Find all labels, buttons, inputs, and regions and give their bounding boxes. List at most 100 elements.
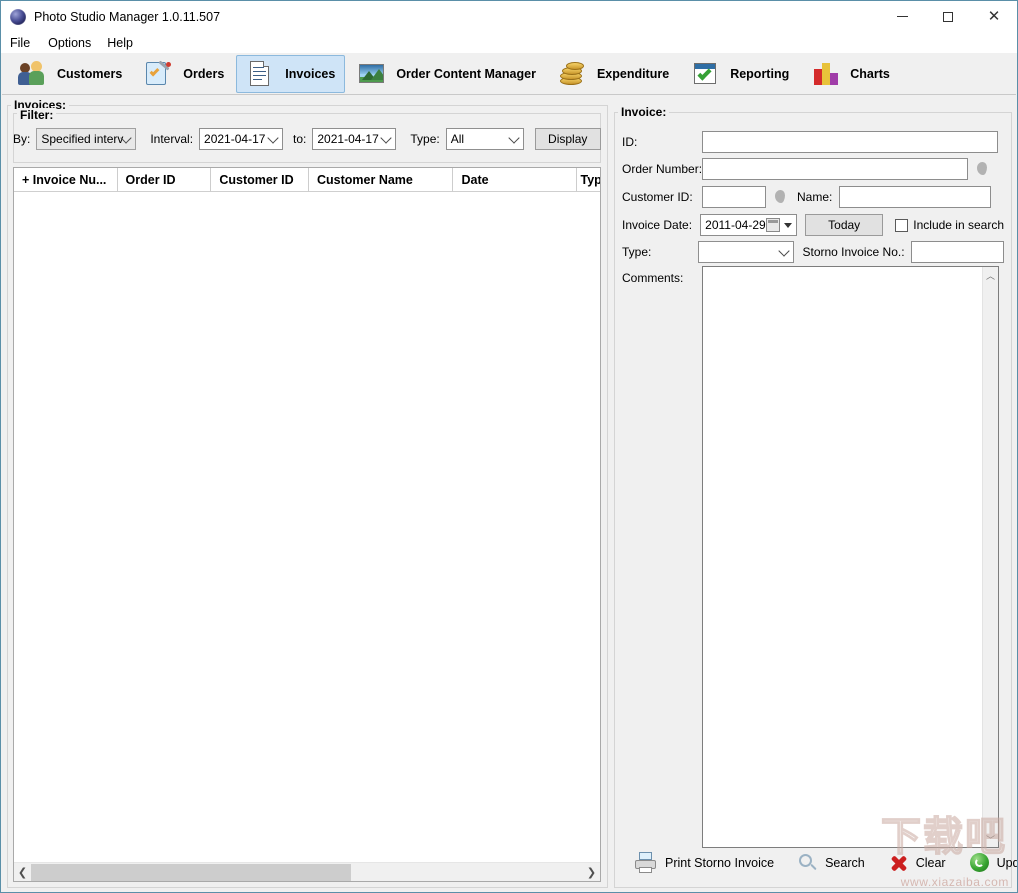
customer-id-row: Customer ID: Name: xyxy=(622,186,1004,208)
invoice-id-label: ID: xyxy=(622,135,702,149)
chevron-down-icon[interactable] xyxy=(784,223,792,228)
customer-lookup-icon[interactable] xyxy=(773,188,787,206)
invoice-actions: Print Storno Invoice Search Clear xyxy=(626,846,1000,880)
toolbar-item-reporting[interactable]: Reporting xyxy=(681,55,799,93)
include-in-search-checkbox[interactable] xyxy=(895,219,908,232)
menu-item-file[interactable]: File xyxy=(10,34,40,52)
filter-to-label: to: xyxy=(293,132,306,146)
filter-type-select[interactable]: All xyxy=(446,128,524,150)
scroll-down-arrow-icon[interactable]: ﹀ xyxy=(983,831,999,847)
toolbar-label-reporting: Reporting xyxy=(730,67,789,81)
green-refresh-icon xyxy=(970,853,990,873)
invoice-type-select[interactable] xyxy=(698,241,794,263)
toolbar-item-charts[interactable]: Charts xyxy=(801,55,900,93)
filter-interval-to-select[interactable]: 2021-04-17 xyxy=(312,128,396,150)
customers-icon xyxy=(18,59,48,89)
comments-textarea[interactable] xyxy=(703,267,982,847)
customer-name-input[interactable] xyxy=(839,186,991,208)
maximize-button[interactable] xyxy=(925,1,971,32)
invoices-icon xyxy=(246,59,276,89)
filter-type-label: Type: xyxy=(410,132,439,146)
calendar-check-icon xyxy=(691,59,721,89)
order-number-lookup-icon[interactable] xyxy=(975,160,989,178)
filter-group-title: Filter: xyxy=(17,108,56,122)
main-toolbar: Customers Orders Invoices Order Content … xyxy=(2,53,1016,95)
customer-id-input[interactable] xyxy=(702,186,766,208)
display-button[interactable]: Display xyxy=(535,128,601,150)
comments-label-row: Comments: xyxy=(622,271,683,285)
column-header-invoice-number[interactable]: + Invoice Nu... xyxy=(14,168,118,192)
filter-interval-from-select[interactable]: 2021-04-17 xyxy=(199,128,283,150)
title-bar: Photo Studio Manager 1.0.11.507 ✕ xyxy=(1,1,1017,32)
column-header-type[interactable]: Typ xyxy=(577,168,600,192)
print-storno-invoice-label: Print Storno Invoice xyxy=(665,856,774,870)
coins-icon xyxy=(558,59,588,89)
invoice-id-input[interactable] xyxy=(702,131,998,153)
print-storno-invoice-button[interactable]: Print Storno Invoice xyxy=(626,848,782,878)
scroll-left-arrow-icon[interactable]: ❮ xyxy=(14,864,31,881)
storno-invoice-label: Storno Invoice No.: xyxy=(802,245,904,259)
toolbar-item-invoices[interactable]: Invoices xyxy=(236,55,345,93)
filter-by-select[interactable]: Specified interv xyxy=(36,128,136,150)
column-header-customer-name[interactable]: Customer Name xyxy=(309,168,453,192)
invoice-date-row: Invoice Date: 2011-04-29 Today Include i… xyxy=(622,214,1004,236)
filter-interval-label: Interval: xyxy=(150,132,193,146)
horizontal-scroll-thumb[interactable] xyxy=(31,864,351,881)
storno-invoice-input[interactable] xyxy=(911,241,1004,263)
invoices-table: + Invoice Nu... Order ID Customer ID Cus… xyxy=(13,167,601,882)
chevron-down-icon xyxy=(779,245,790,256)
order-number-input[interactable] xyxy=(702,158,968,180)
minimize-button[interactable] xyxy=(879,1,925,32)
comments-vertical-scrollbar[interactable]: ︿ ﹀ xyxy=(982,267,998,847)
invoice-date-label: Invoice Date: xyxy=(622,218,700,232)
invoice-date-input[interactable]: 2011-04-29 xyxy=(700,214,797,236)
window-title: Photo Studio Manager 1.0.11.507 xyxy=(34,10,220,24)
invoices-table-body[interactable] xyxy=(14,192,600,852)
toolbar-label-charts: Charts xyxy=(850,67,890,81)
camera-lens-icon xyxy=(10,9,26,25)
filter-type-value: All xyxy=(451,132,464,146)
invoice-detail-panel: Invoice: ID: Order Number: Customer ID: … xyxy=(614,106,1012,888)
invoices-horizontal-scrollbar[interactable]: ❮ ❯ xyxy=(14,862,600,881)
invoice-type-row: Type: Storno Invoice No.: xyxy=(622,241,1004,263)
menu-item-options[interactable]: Options xyxy=(40,34,99,52)
red-x-icon xyxy=(889,853,909,873)
search-button[interactable]: Search xyxy=(790,848,873,878)
filter-interval-to-value: 2021-04-17 xyxy=(317,132,378,146)
magnifier-icon xyxy=(798,853,818,873)
customer-name-label: Name: xyxy=(797,190,832,204)
update-button[interactable]: Update xyxy=(962,848,1018,878)
close-button[interactable]: ✕ xyxy=(971,1,1017,32)
toolbar-label-order-content-manager: Order Content Manager xyxy=(396,67,536,81)
customer-id-label: Customer ID: xyxy=(622,190,702,204)
column-header-date[interactable]: Date xyxy=(453,168,576,192)
toolbar-label-customers: Customers xyxy=(57,67,122,81)
toolbar-item-customers[interactable]: Customers xyxy=(8,55,132,93)
toolbar-item-order-content-manager[interactable]: Order Content Manager xyxy=(347,55,546,93)
calendar-icon[interactable] xyxy=(766,218,780,232)
column-header-customer-id[interactable]: Customer ID xyxy=(211,168,309,192)
clear-button[interactable]: Clear xyxy=(881,848,954,878)
chevron-down-icon xyxy=(381,132,392,143)
filter-by-value: Specified interv xyxy=(41,132,123,146)
horizontal-scroll-track[interactable] xyxy=(31,864,583,881)
toolbar-item-orders[interactable]: Orders xyxy=(134,55,234,93)
invoice-date-value: 2011-04-29 xyxy=(705,218,766,232)
order-number-row: Order Number: xyxy=(622,158,1004,180)
today-button[interactable]: Today xyxy=(805,214,883,236)
filter-by-label: By: xyxy=(13,132,30,146)
printer-icon xyxy=(634,852,658,874)
chevron-down-icon xyxy=(267,132,278,143)
toolbar-item-expenditure[interactable]: Expenditure xyxy=(548,55,679,93)
scroll-right-arrow-icon[interactable]: ❯ xyxy=(583,864,600,881)
invoices-panel: Invoices: Filter: By: Specified interv I… xyxy=(7,99,608,888)
scroll-up-arrow-icon[interactable]: ︿ xyxy=(983,267,999,283)
invoice-id-row: ID: xyxy=(622,131,1004,153)
picture-icon xyxy=(357,59,387,89)
comments-field[interactable]: ︿ ﹀ xyxy=(702,266,999,848)
orders-icon xyxy=(144,59,174,89)
toolbar-label-expenditure: Expenditure xyxy=(597,67,669,81)
column-header-order-id[interactable]: Order ID xyxy=(118,168,212,192)
menu-bar: File Options Help xyxy=(1,32,1017,53)
menu-item-help[interactable]: Help xyxy=(99,34,141,52)
